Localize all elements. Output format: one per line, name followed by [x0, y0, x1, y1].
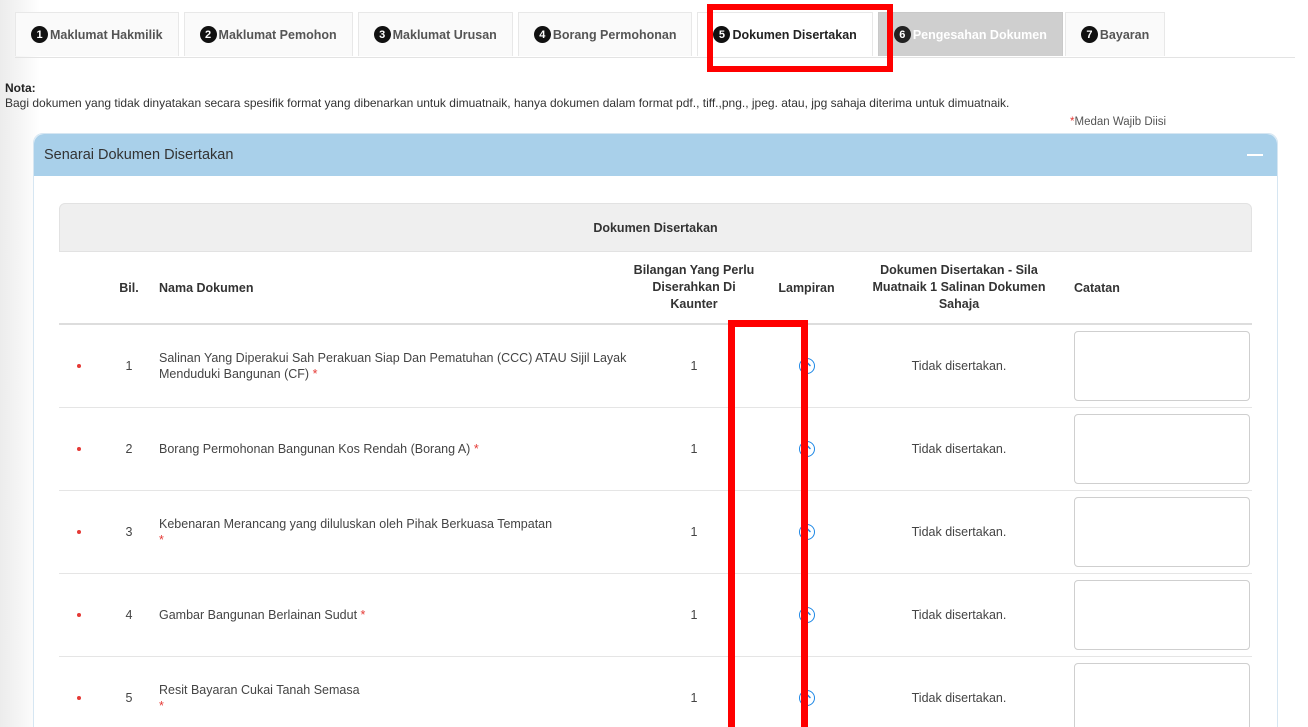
catatan-textarea[interactable] [1074, 497, 1250, 567]
row-bil: 4 [125, 608, 133, 622]
table-row: 3 Kebenaran Merancang yang diluluskan ol… [59, 491, 1252, 574]
tab-dokumen-disertakan[interactable]: 5 Dokumen Disertakan [697, 12, 873, 56]
catatan-textarea[interactable] [1074, 580, 1250, 650]
row-quantity: 1 [690, 442, 698, 456]
catatan-textarea[interactable] [1074, 414, 1250, 484]
step-number-icon: 2 [199, 26, 217, 43]
table-row: 4 Gambar Bangunan Berlainan Sudut * 1 Ti… [59, 574, 1252, 657]
row-attachment-status: Tidak disertakan. [911, 442, 1007, 456]
tab-label: Dokumen Disertakan [732, 27, 857, 42]
row-bil: 5 [125, 691, 133, 705]
bullet-icon [77, 530, 81, 534]
table-caption: Dokumen Disertakan [59, 203, 1252, 252]
tab-pengesahan-dokumen[interactable]: 6 Pengesahan Dokumen [877, 12, 1063, 56]
step-number-icon: 4 [533, 26, 551, 43]
row-quantity: 1 [690, 359, 698, 373]
table-row: 2 Borang Permohonan Bangunan Kos Rendah … [59, 408, 1252, 491]
panel-header: Senarai Dokumen Disertakan [34, 134, 1277, 176]
tab-maklumat-pemohon[interactable]: 2 Maklumat Pemohon [183, 12, 353, 56]
row-document-name: Borang Permohonan Bangunan Kos Rendah (B… [159, 442, 479, 456]
collapse-icon[interactable] [1247, 154, 1263, 156]
header-lampiran: Lampiran [778, 280, 835, 295]
tab-bayaran[interactable]: 7 Bayaran [1064, 12, 1166, 56]
tab-label: Maklumat Pemohon [218, 27, 337, 42]
upload-icon[interactable] [798, 358, 815, 374]
upload-icon[interactable] [798, 524, 815, 540]
row-document-name: Salinan Yang Diperakui Sah Perakuan Siap… [159, 351, 627, 381]
header-bil: Bil. [119, 280, 139, 295]
tab-maklumat-urusan[interactable]: 3 Maklumat Urusan [357, 12, 513, 56]
step-number-icon: 3 [373, 26, 391, 43]
table-row: 5 Resit Bayaran Cukai Tanah Semasa * 1 Ti… [59, 657, 1252, 727]
required-field-note: *Medan Wajib Diisi [1070, 116, 1166, 128]
row-attachment-status: Tidak disertakan. [911, 691, 1007, 705]
documents-table: Dokumen Disertakan Bil. Nama Dokumen Bil… [59, 203, 1252, 727]
header-bilangan: Bilangan Yang Perlu Diserahkan Di Kaunte… [633, 263, 755, 311]
row-attachment-status: Tidak disertakan. [911, 359, 1007, 373]
document-list-panel: Senarai Dokumen Disertakan Dokumen Diser… [33, 133, 1278, 727]
row-document-name: Gambar Bangunan Berlainan Sudut * [159, 608, 366, 622]
catatan-textarea[interactable] [1074, 331, 1250, 401]
row-document-name: Resit Bayaran Cukai Tanah Semasa * [159, 683, 360, 713]
tab-label: Bayaran [1099, 27, 1150, 42]
row-bil: 2 [125, 442, 133, 456]
step-number-icon: 1 [31, 26, 48, 43]
step-number-icon: 6 [893, 26, 911, 43]
tab-label: Borang Permohonan [552, 27, 677, 42]
catatan-textarea[interactable] [1074, 663, 1250, 727]
bullet-icon [77, 696, 81, 700]
bullet-icon [77, 613, 81, 617]
table-row: 1 Salinan Yang Diperakui Sah Perakuan Si… [59, 325, 1252, 408]
row-attachment-status: Tidak disertakan. [911, 525, 1007, 539]
header-dokumen-disertakan: Dokumen Disertakan - Sila Muatnaik 1 Sal… [872, 263, 1046, 311]
row-quantity: 1 [690, 691, 698, 705]
wizard-tabs: 1 Maklumat Hakmilik 2 Maklumat Pemohon 3… [15, 12, 1295, 58]
row-document-name: Kebenaran Merancang yang diluluskan oleh… [159, 517, 553, 547]
upload-icon[interactable] [798, 690, 815, 706]
required-note-text: Medan Wajib Diisi [1074, 116, 1167, 128]
upload-icon[interactable] [798, 607, 815, 623]
tab-label: Maklumat Urusan [392, 27, 497, 42]
row-bil: 3 [125, 525, 133, 539]
panel-title: Senarai Dokumen Disertakan [44, 147, 234, 163]
row-attachment-status: Tidak disertakan. [911, 608, 1007, 622]
row-quantity: 1 [690, 608, 698, 622]
row-bil: 1 [125, 359, 133, 373]
tab-borang-permohonan[interactable]: 4 Borang Permohonan [517, 12, 693, 56]
header-nama-dokumen: Nama Dokumen [159, 280, 254, 295]
header-catatan: Catatan [1074, 280, 1120, 295]
table-header-row: Bil. Nama Dokumen Bilangan Yang Perlu Di… [59, 252, 1252, 325]
nota-title: Nota: [5, 81, 36, 95]
nota-text: Bagi dokumen yang tidak dinyatakan secar… [5, 96, 1010, 110]
row-quantity: 1 [690, 525, 698, 539]
tab-maklumat-hakmilik[interactable]: 1 Maklumat Hakmilik [15, 12, 179, 56]
bullet-icon [77, 364, 81, 368]
step-number-icon: 7 [1080, 26, 1098, 43]
step-number-icon: 5 [713, 26, 731, 43]
tab-label: Pengesahan Dokumen [912, 27, 1047, 42]
bullet-icon [77, 447, 81, 451]
upload-icon[interactable] [798, 441, 815, 457]
tab-label: Maklumat Hakmilik [50, 27, 163, 42]
